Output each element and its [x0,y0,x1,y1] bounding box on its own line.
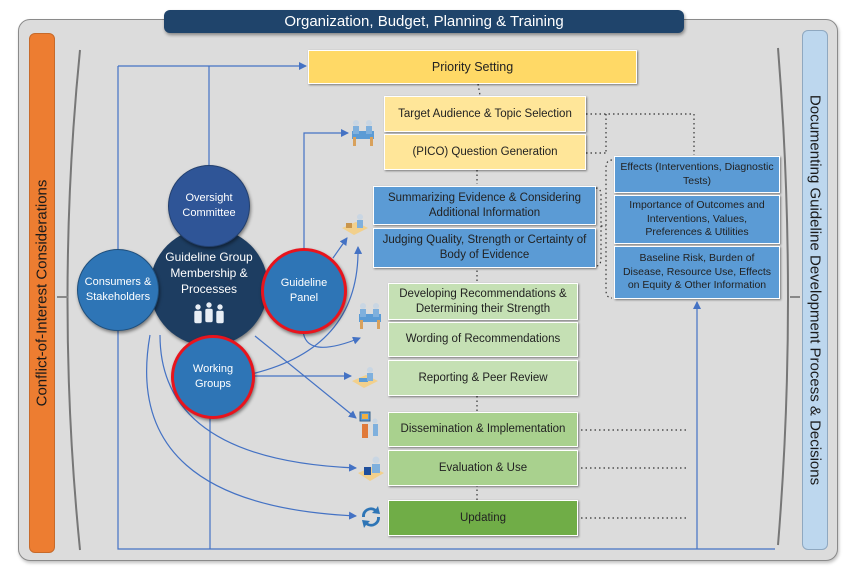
refresh-cycle-icon [361,506,381,528]
analyst-desk-icon [342,214,368,235]
step-reporting-peer-review: Reporting & Peer Review [388,360,578,396]
computer-user-icon [358,456,384,481]
center-to-dissemination [254,335,357,419]
oversight-committee-circle: Oversight Committee [168,165,250,247]
oversight-committee-label: Oversight Committee [182,192,236,219]
step-developing-recommendations: Developing Recommendations & Determining… [388,283,578,320]
meeting-table-icon [352,120,374,146]
step-pico-question: (PICO) Question Generation [384,134,586,170]
guideline-panel-circle: Guideline Panel [261,248,347,334]
panel-to-summarizing [332,237,348,259]
consideration-importance: Importance of Outcomes and Interventions… [614,195,780,244]
working-groups-circle: Working Groups [171,335,255,419]
meeting-table-icon [359,303,381,329]
consumers-stakeholders-label: Consumers & Stakeholders [84,276,152,303]
writer-desk-icon [352,367,378,388]
consumers-stakeholders-circle: Consumers & Stakeholders [77,249,159,331]
step-summarizing-evidence: Summarizing Evidence & Considering Addit… [373,186,596,225]
people-group-icon [193,301,225,325]
working-groups-label: Working Groups [192,363,234,390]
step-judging-quality: Judging Quality, Strength or Certainty o… [373,228,596,268]
step-target-audience: Target Audience & Topic Selection [384,96,586,132]
step-wording-recommendations: Wording of Recommendations [388,322,578,357]
presenter-icon [359,411,378,438]
guideline-group-label: Guideline Group Membership & Processes [165,249,253,297]
step-priority-setting: Priority Setting [308,50,637,84]
guideline-panel-label: Guideline Panel [280,277,328,304]
consideration-effects: Effects (Interventions, Diagnostic Tests… [614,156,780,193]
step-updating: Updating [388,500,578,536]
step-dissemination: Dissemination & Implementation [388,412,578,447]
consideration-baseline-risk: Baseline Risk, Burden of Disease, Resour… [614,246,780,299]
step-evaluation-use: Evaluation & Use [388,450,578,486]
